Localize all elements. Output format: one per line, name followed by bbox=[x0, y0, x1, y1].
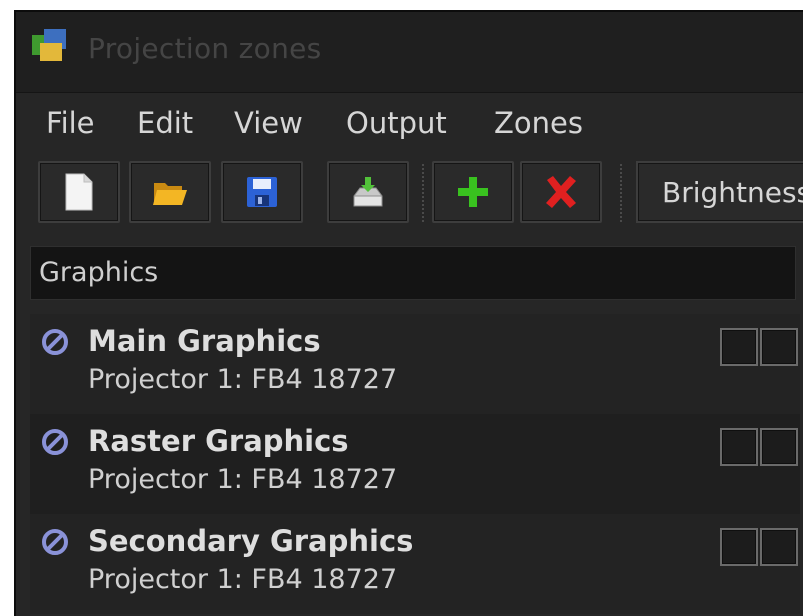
zone-name: Secondary Graphics bbox=[88, 524, 414, 558]
zone-toggle-box[interactable] bbox=[720, 528, 758, 566]
brightness-label: Brightness bbox=[662, 176, 803, 209]
delete-icon bbox=[546, 176, 576, 208]
disabled-status-icon bbox=[42, 429, 68, 455]
menu-output[interactable]: Output bbox=[346, 106, 447, 140]
title-bar[interactable]: Projection zones bbox=[16, 12, 803, 93]
open-folder-icon bbox=[153, 183, 187, 205]
zone-name: Main Graphics bbox=[88, 324, 321, 358]
zone-row[interactable]: Secondary Graphics Projector 1: FB4 1872… bbox=[30, 514, 800, 614]
toolbar-separator bbox=[620, 164, 626, 222]
zone-toggle-box[interactable] bbox=[760, 428, 798, 466]
zone-row[interactable]: Main Graphics Projector 1: FB4 18727 bbox=[30, 314, 800, 414]
zone-toggle-box[interactable] bbox=[720, 328, 758, 366]
export-icon bbox=[353, 177, 383, 207]
toolbar-separator bbox=[422, 164, 428, 222]
disabled-status-icon bbox=[42, 529, 68, 555]
section-header: Graphics bbox=[30, 246, 796, 300]
section-title: Graphics bbox=[39, 257, 159, 288]
app-icon bbox=[32, 29, 66, 61]
menu-edit[interactable]: Edit bbox=[137, 106, 193, 140]
add-zone-button[interactable] bbox=[432, 161, 514, 223]
disabled-status-icon bbox=[42, 329, 68, 355]
zone-toggle-box[interactable] bbox=[760, 528, 798, 566]
add-icon bbox=[458, 177, 488, 207]
zone-projector: Projector 1: FB4 18727 bbox=[88, 564, 398, 595]
new-button[interactable] bbox=[38, 161, 120, 223]
zone-toggle-box[interactable] bbox=[720, 428, 758, 466]
window-title: Projection zones bbox=[88, 32, 322, 65]
save-disk-icon bbox=[247, 177, 277, 207]
zone-row[interactable]: Raster Graphics Projector 1: FB4 18727 bbox=[30, 414, 800, 514]
menu-zones[interactable]: Zones bbox=[494, 106, 583, 140]
projection-zones-window: Projection zones File Edit View Output Z… bbox=[14, 10, 803, 616]
delete-zone-button[interactable] bbox=[520, 161, 602, 223]
zone-projector: Projector 1: FB4 18727 bbox=[88, 464, 398, 495]
new-document-icon bbox=[65, 173, 93, 211]
menu-file[interactable]: File bbox=[46, 106, 95, 140]
menu-bar: File Edit View Output Zones bbox=[16, 98, 803, 148]
toolbar: Brightness bbox=[16, 158, 803, 228]
zone-projector: Projector 1: FB4 18727 bbox=[88, 364, 398, 395]
menu-view[interactable]: View bbox=[234, 106, 303, 140]
brightness-button[interactable]: Brightness bbox=[636, 161, 803, 223]
zone-name: Raster Graphics bbox=[88, 424, 349, 458]
save-button[interactable] bbox=[221, 161, 303, 223]
zone-list: Main Graphics Projector 1: FB4 18727 Ras… bbox=[30, 314, 800, 614]
open-button[interactable] bbox=[129, 161, 211, 223]
export-button[interactable] bbox=[327, 161, 409, 223]
zone-toggle-box[interactable] bbox=[760, 328, 798, 366]
